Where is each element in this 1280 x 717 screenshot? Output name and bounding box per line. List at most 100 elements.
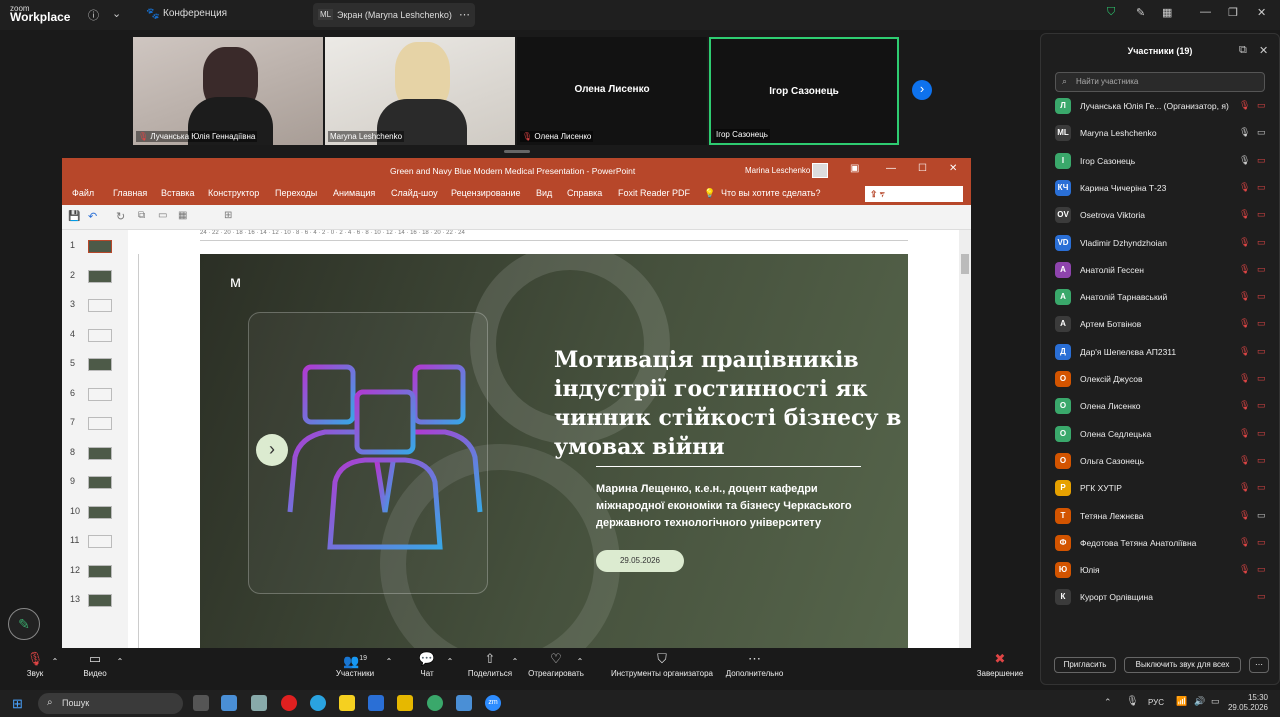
mic-icon[interactable]: 🎙	[1239, 264, 1250, 275]
presentation-icon[interactable]: ▭	[158, 210, 167, 221]
app-icon[interactable]	[221, 695, 237, 711]
participant-row[interactable]: А Артем Ботвінов 🎙 ▭	[1055, 314, 1270, 336]
slide-thumbnail[interactable]	[88, 299, 112, 312]
slide-thumbnail[interactable]	[88, 358, 112, 371]
participant-row[interactable]: Ю Юлія 🎙 ▭	[1055, 560, 1270, 582]
participant-row[interactable]: Л Лучанська Юлія Ге... (Организатор, я) 🎙 ▭	[1055, 96, 1270, 118]
camera-icon[interactable]: ▭	[1257, 318, 1266, 329]
copy-icon[interactable]: ⧉	[138, 210, 145, 221]
slide-thumbnail[interactable]	[88, 476, 112, 489]
tab-view[interactable]: Вид	[536, 188, 552, 198]
participant-row[interactable]: А Анатолій Тарнавський 🎙 ▭	[1055, 287, 1270, 309]
redo-icon[interactable]: ↻	[116, 210, 125, 223]
mic-icon[interactable]: 🎙	[1239, 209, 1250, 220]
opera-icon[interactable]	[281, 695, 297, 711]
slide-thumbnail[interactable]	[88, 594, 112, 607]
mic-icon[interactable]: 🎙	[1239, 127, 1250, 138]
screen-share-tab[interactable]: ML Экран (Maryna Leshchenko) ⋯	[313, 3, 475, 27]
minimize-icon[interactable]: —	[1200, 6, 1211, 18]
camera-icon[interactable]: ▭	[1257, 209, 1266, 220]
mic-icon[interactable]: 🎙	[1239, 510, 1250, 521]
tab-animations[interactable]: Анимация	[333, 188, 375, 198]
tab-design[interactable]: Конструктор	[208, 188, 259, 198]
participant-row[interactable]: О Олена Седлецька 🎙 ▭	[1055, 424, 1270, 446]
battery-icon[interactable]: ▭	[1211, 696, 1220, 707]
app-icon[interactable]	[456, 695, 472, 711]
mic-icon[interactable]: 🎙	[1126, 696, 1139, 707]
camera-icon[interactable]: ▭	[1257, 346, 1266, 357]
slide-thumbnail[interactable]	[88, 328, 112, 342]
chrome-icon[interactable]	[427, 695, 443, 711]
tab-insert[interactable]: Вставка	[161, 188, 194, 198]
participant-row[interactable]: Д Дар'я Шепелєва АП2311 🎙 ▭	[1055, 342, 1270, 364]
user-avatar[interactable]	[812, 163, 828, 178]
participant-row[interactable]: Р РГК ХУТІР 🎙 ▭	[1055, 478, 1270, 500]
mic-icon[interactable]: 🎙	[1239, 400, 1250, 411]
participant-row[interactable]: Ф Федотова Тетяна Анатоліївна 🎙 ▭	[1055, 533, 1270, 555]
wifi-icon[interactable]: 📶	[1176, 696, 1187, 707]
share-chevron[interactable]: ⌃	[510, 657, 520, 666]
camera-icon[interactable]: ▭	[1257, 237, 1266, 248]
slide-canvas[interactable]: ᴍ › Мотивація працівників індустрії гост…	[200, 254, 908, 648]
camera-icon[interactable]: ▭	[1257, 182, 1266, 193]
layout-icon[interactable]: ▦	[178, 210, 187, 221]
folder-icon[interactable]	[397, 695, 413, 711]
slide-thumbnail[interactable]	[88, 269, 112, 283]
participant-row[interactable]: OV Osetrova Viktoria 🎙 ▭	[1055, 205, 1270, 227]
slide-thumbnail[interactable]	[88, 417, 112, 430]
minimize-icon[interactable]: —	[886, 163, 896, 174]
chevron-down-icon[interactable]: ⌄	[112, 7, 121, 20]
participant-row[interactable]: КЧ Карина Чичеріна Т-23 🎙 ▭	[1055, 178, 1270, 200]
camera-icon[interactable]: ▭	[1257, 127, 1266, 138]
participant-row[interactable]: І Ігор Сазонець 🎙 ▭	[1055, 151, 1270, 173]
slide-thumbnail[interactable]	[88, 564, 112, 578]
more-icon[interactable]: ⋯	[459, 8, 470, 21]
more-button[interactable]: ⋯	[1249, 657, 1269, 673]
telegram-icon[interactable]	[310, 695, 326, 711]
chat-chevron[interactable]: ⌃	[445, 657, 455, 666]
tab-transitions[interactable]: Переходы	[275, 188, 317, 198]
tab-slideshow[interactable]: Слайд-шоу	[391, 188, 438, 198]
video-button[interactable]: ▭ Видео	[80, 649, 110, 678]
mic-icon[interactable]: 🎙	[1239, 182, 1250, 193]
more-button[interactable]: ⋯ Дополнительно	[722, 649, 787, 678]
app-icon[interactable]	[251, 695, 267, 711]
ribbon-display-icon[interactable]: ▣	[850, 163, 859, 174]
restore-icon[interactable]: ❐	[1228, 6, 1238, 19]
participant-row[interactable]: Т Тетяна Лежнєва 🎙 ▭	[1055, 506, 1270, 528]
mic-icon[interactable]: 🎙	[1239, 455, 1250, 466]
participant-row[interactable]: К Курорт Орлівщина ▭	[1055, 587, 1270, 609]
windows-start-icon[interactable]: ⊞	[12, 696, 23, 712]
chat-button[interactable]: 💬 Чат	[412, 649, 442, 678]
taskbar-search[interactable]: ⌕ Пошук	[38, 693, 183, 714]
zoom-taskbar-icon[interactable]: zm	[485, 695, 501, 711]
camera-icon[interactable]: ▭	[1257, 155, 1266, 166]
mute-all-button[interactable]: Выключить звук для всех	[1124, 657, 1241, 673]
participants-button[interactable]: 👥19 Участники	[330, 649, 380, 678]
next-videos-button[interactable]: ›	[912, 80, 932, 100]
participant-row[interactable]: О Олексій Джусов 🎙 ▭	[1055, 369, 1270, 391]
video-options-chevron[interactable]: ⌃	[115, 657, 125, 666]
mic-icon[interactable]: 🎙	[1239, 482, 1250, 493]
participants-chevron[interactable]: ⌃	[384, 657, 394, 666]
save-icon[interactable]: 💾	[68, 211, 80, 222]
video-tile[interactable]: 🎙 Лучанська Юлія Геннадіївна	[133, 37, 323, 145]
camera-icon[interactable]: ▭	[1257, 510, 1266, 521]
undo-icon[interactable]: ↶	[88, 210, 97, 223]
end-meeting-button[interactable]: ✖ Завершение	[972, 649, 1028, 678]
close-icon[interactable]: ✕	[1259, 44, 1268, 57]
volume-icon[interactable]: 🔊	[1194, 696, 1205, 707]
video-tile[interactable]: Олена Лисенко 🎙 Олена Лисенко	[517, 37, 707, 145]
participant-row[interactable]: ML Maryna Leshchenko 🎙 ▭	[1055, 123, 1270, 145]
shield-icon[interactable]: ⛉	[1107, 6, 1115, 19]
mic-icon[interactable]: 🎙	[1239, 346, 1250, 357]
pen-icon[interactable]: ✎	[1136, 6, 1145, 19]
share-button[interactable]: ⇧ Поделиться	[465, 649, 515, 678]
popout-icon[interactable]: ⧉	[1239, 44, 1247, 57]
camera-icon[interactable]: ▭	[1257, 264, 1266, 275]
participant-row[interactable]: А Анатолій Гессен 🎙 ▭	[1055, 260, 1270, 282]
tab-file[interactable]: Файл	[72, 188, 94, 198]
close-icon[interactable]: ✕	[949, 163, 957, 174]
participant-row[interactable]: О Ольга Сазонець 🎙 ▭	[1055, 451, 1270, 473]
slide-thumbnail[interactable]	[88, 446, 112, 460]
